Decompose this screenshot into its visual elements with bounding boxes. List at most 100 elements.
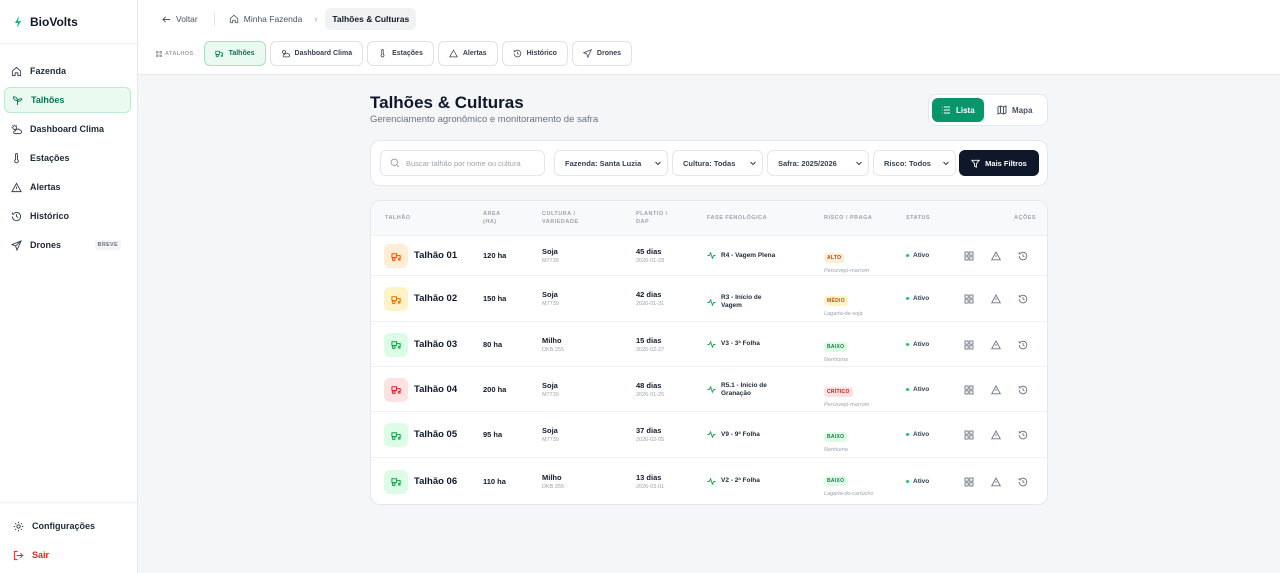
top-bar: Voltar Minha Fazenda › Talhões & Cultura… [138,0,1280,75]
search-icon [390,158,400,168]
shortcut-historico[interactable]: Histórico [501,41,568,66]
map-view-label: Mapa [1012,105,1033,115]
shortcut-drones[interactable]: Drones [571,41,633,66]
talhao-name[interactable]: Talhão 03 [414,338,466,351]
talhao-name[interactable]: Talhão 05 [414,428,466,441]
talhao-name[interactable]: Talhão 04 [414,383,466,396]
more-filters-button[interactable]: Mais Filtros [959,150,1039,176]
talhao-name[interactable]: Talhão 02 [414,292,466,305]
grid-icon [964,340,974,349]
shortcut-estacoes[interactable]: Estações [367,41,434,66]
talhao-name[interactable]: Talhão 06 [414,475,466,488]
shortcut-talhoes[interactable]: Talhões [203,41,266,66]
history-icon [1018,294,1028,304]
cloud-sun-icon [281,50,290,58]
settings-button[interactable]: Configurações [0,513,137,539]
map-view-button[interactable]: Mapa [988,98,1041,122]
table-row[interactable]: Talhão 05 95 ha Soja M7739 37 dias 2026-… [371,412,1047,458]
area-value: 110 ha [483,476,506,486]
alert-triangle-icon [991,339,1001,349]
table-row[interactable]: Talhão 01 120 ha Soja M7739 45 dias 2026… [371,236,1047,276]
risk-badge: BAIXO [824,341,848,352]
details-button[interactable] [963,293,975,305]
sidebar-item-talhoes[interactable]: Talhões [4,87,131,113]
history-icon [1018,251,1028,261]
search-input[interactable] [406,158,544,168]
sidebar-footer: Configurações Sair [0,502,137,573]
table-row[interactable]: Talhão 03 80 ha Milho DKB 255 15 dias 20… [371,322,1047,367]
phenology-phase: V2 - 2ª Folha [721,477,760,484]
chevron-down-icon [943,161,949,166]
crop-cell: Soja M7739 [542,381,559,398]
fazenda-select[interactable]: Fazenda: Santa Luzia [554,150,668,176]
sidebar-item-label: Alertas [30,182,61,192]
phenology-phase: R5.1 - Início de Granação [721,381,767,397]
alert-triangle-icon [991,294,1001,304]
crop-cell: Milho DKB 255 [542,336,564,353]
shortcut-dashboard-clima[interactable]: Dashboard Clima [269,41,364,66]
risco-select[interactable]: Risco: Todos [873,150,956,176]
sidebar-item-fazenda[interactable]: Fazenda [4,58,131,84]
cultura-select[interactable]: Cultura: Todas [672,150,763,176]
sidebar-nav: Fazenda Talhões Dashboard Clima Estações… [0,44,137,258]
brand[interactable]: BioVolts [0,0,137,44]
history-button[interactable] [1017,250,1029,262]
details-button[interactable] [963,429,975,441]
table-row[interactable]: Talhão 02 150 ha Soja M7739 42 dias 2026… [371,276,1047,322]
talhao-icon [384,244,408,268]
list-icon [942,106,950,114]
alert-button[interactable] [990,250,1002,262]
history-button[interactable] [1017,339,1029,351]
alert-triangle-icon [991,384,1001,394]
planting-cell: 48 dias 2026-01-25 [636,381,664,398]
shortcut-alertas[interactable]: Alertas [437,41,498,66]
send-icon [582,49,592,58]
sidebar-item-estacoes[interactable]: Estações [4,145,131,171]
alert-button[interactable] [990,384,1002,396]
alert-button[interactable] [990,429,1002,441]
talhao-name[interactable]: Talhão 01 [414,249,466,262]
sidebar-item-alertas[interactable]: Alertas [4,174,131,200]
planting-cell: 15 dias 2026-02-27 [636,336,664,353]
view-toggle: Lista Mapa [928,94,1048,126]
list-view-button[interactable]: Lista [932,98,984,122]
safra-select[interactable]: Safra: 2025/2026 [767,150,869,176]
sidebar-item-drones[interactable]: Drones BREVE [4,232,131,258]
table-row[interactable]: Talhão 04 200 ha Soja M7739 48 dias 2026… [371,367,1047,412]
history-icon [1018,340,1028,349]
alert-button[interactable] [990,339,1002,351]
details-button[interactable] [963,250,975,262]
history-button[interactable] [1017,429,1029,441]
alert-button[interactable] [990,293,1002,305]
planting-days: 48 dias [636,380,662,390]
header-cultura: CULTURA / VARIEDADE [542,211,579,225]
back-button[interactable]: Voltar [156,14,204,24]
sidebar-item-dashboard-clima[interactable]: Dashboard Clima [4,116,131,142]
logout-button[interactable]: Sair [0,542,137,568]
risk-badge: ALTO [824,253,845,263]
crop-name: Milho [542,472,562,482]
planting-date: 2026-01-25 [636,391,665,398]
details-button[interactable] [963,339,975,351]
history-button[interactable] [1017,293,1029,305]
sidebar-item-label: Histórico [30,211,70,221]
breadcrumb-home[interactable]: Minha Fazenda [225,14,307,24]
sidebar-item-historico[interactable]: Histórico [4,203,131,229]
risk-cell: BAIXO Nenhuma [824,335,874,364]
alert-triangle-icon [11,181,22,192]
page-subtitle: Gerenciamento agronômico e monitoramento… [370,114,599,125]
history-button[interactable] [1017,384,1029,396]
activity-icon [707,430,716,439]
shortcut-label: Histórico [526,50,557,57]
alert-button[interactable] [990,476,1002,488]
logout-icon [13,550,24,560]
table-row[interactable]: Talhão 06 110 ha Milho DKB 255 13 dias 2… [371,458,1047,504]
details-button[interactable] [963,384,975,396]
talhao-icon [384,332,408,357]
details-button[interactable] [963,476,975,488]
crop-variety: M7739 [542,258,559,264]
history-icon [1018,477,1028,486]
talhao-icon [384,287,408,311]
map-icon [997,105,1007,115]
history-button[interactable] [1017,476,1029,488]
